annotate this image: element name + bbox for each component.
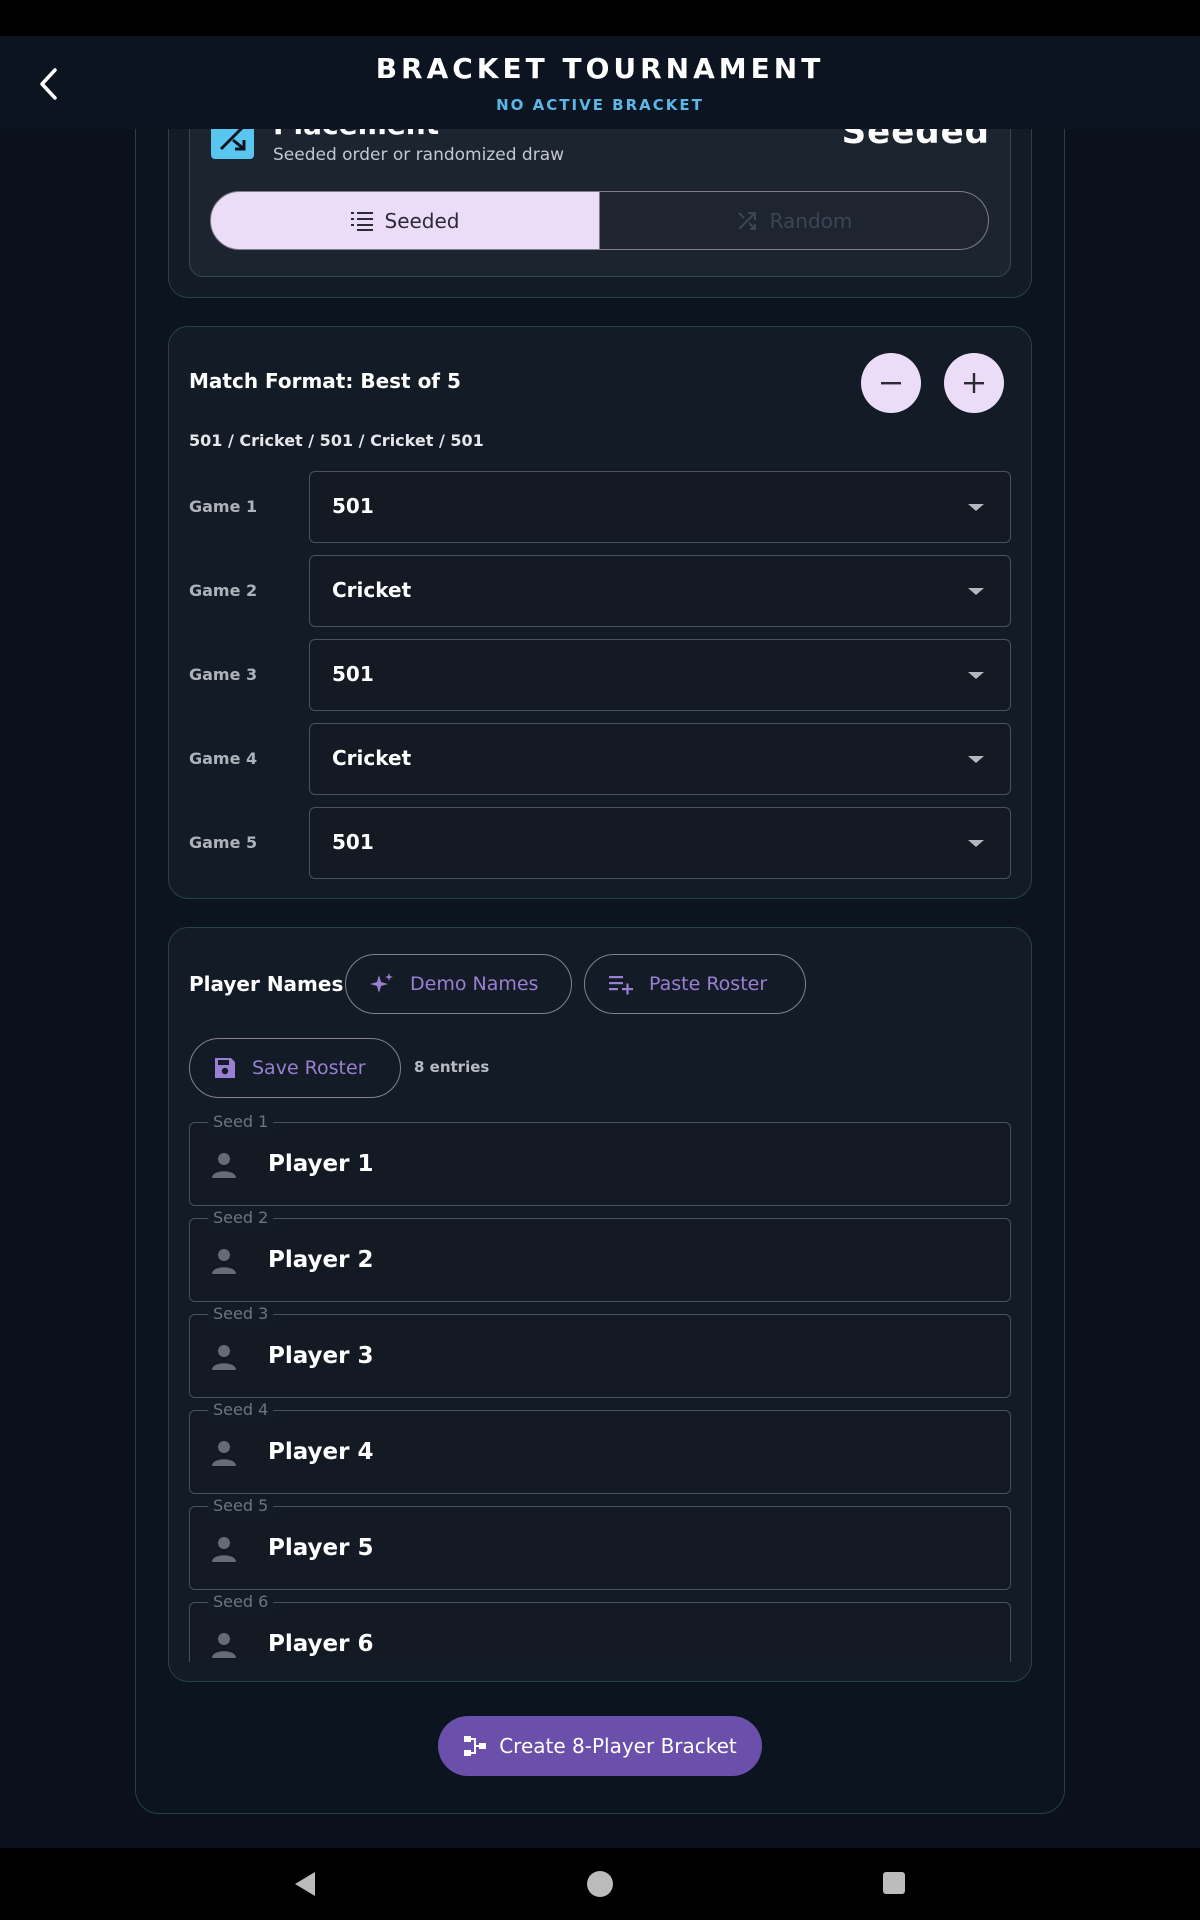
player-name: Player 3: [268, 1343, 374, 1369]
demo-names-button[interactable]: Demo Names: [345, 954, 572, 1014]
game-label: Game 1: [189, 497, 258, 516]
playlist-add-icon: [609, 976, 633, 995]
person-icon: [212, 1633, 236, 1658]
dropdown-caret-icon: [968, 756, 984, 763]
player-name: Player 2: [268, 1247, 374, 1273]
placement-seeded-option[interactable]: Seeded: [210, 191, 600, 250]
player-name: Player 4: [268, 1439, 374, 1465]
person-icon: [212, 1153, 236, 1178]
save-roster-label: Save Roster: [252, 1057, 366, 1079]
placement-random-option[interactable]: Random: [600, 191, 989, 250]
player-name: Player 5: [268, 1535, 374, 1561]
dropdown-caret-icon: [968, 672, 984, 679]
seed-label: Seed 3: [208, 1304, 274, 1324]
placement-description: Seeded order or randomized draw: [273, 145, 565, 165]
game-1-select[interactable]: 501: [309, 471, 1011, 543]
game-value: 501: [332, 830, 374, 854]
game-value: Cricket: [332, 746, 412, 770]
game-label: Game 3: [189, 665, 258, 684]
dropdown-caret-icon: [968, 588, 984, 595]
app-header: BRACKET TOURNAMENT NO ACTIVE BRACKET: [0, 36, 1200, 129]
create-bracket-button[interactable]: Create 8-Player Bracket: [438, 1716, 762, 1776]
player-field[interactable]: Seed 5 Player 5: [189, 1496, 1011, 1590]
seed-label: Seed 4: [208, 1400, 274, 1420]
player-field[interactable]: Seed 2 Player 2: [189, 1208, 1011, 1302]
seeded-label: Seeded: [384, 208, 460, 233]
match-format-title: Match Format: Best of 5: [189, 369, 461, 393]
player-names-title: Player Names: [189, 972, 344, 996]
match-format-summary: 501 / Cricket / 501 / Cricket / 501: [189, 431, 484, 450]
plus-icon: [964, 373, 984, 393]
page-title: BRACKET TOURNAMENT: [375, 52, 825, 85]
increase-games-button[interactable]: [944, 353, 1004, 413]
nav-recents-icon[interactable]: [883, 1872, 905, 1894]
shuffle-icon: [737, 211, 756, 230]
save-roster-button[interactable]: Save Roster: [189, 1038, 401, 1098]
seed-label: Seed 1: [208, 1112, 274, 1132]
nav-back-icon[interactable]: [295, 1872, 315, 1896]
decrease-games-button[interactable]: [861, 353, 921, 413]
person-icon: [212, 1345, 236, 1370]
game-value: Cricket: [332, 578, 412, 602]
status-bar: [0, 0, 1200, 36]
sparkle-icon: [370, 973, 393, 993]
bracket-icon: [464, 1736, 487, 1756]
game-value: 501: [332, 494, 374, 518]
game-label: Game 4: [189, 749, 258, 768]
player-field[interactable]: Seed 1 Player 1: [189, 1112, 1011, 1206]
game-value: 501: [332, 662, 374, 686]
game-4-select[interactable]: Cricket: [309, 723, 1011, 795]
person-icon: [212, 1249, 236, 1274]
page-subtitle: NO ACTIVE BRACKET: [496, 96, 704, 114]
demo-names-label: Demo Names: [410, 973, 539, 995]
seed-label: Seed 2: [208, 1208, 274, 1228]
list-icon: [350, 211, 373, 231]
person-icon: [212, 1537, 236, 1562]
player-name: Player 6: [268, 1631, 374, 1657]
paste-roster-button[interactable]: Paste Roster: [584, 954, 806, 1014]
game-2-select[interactable]: Cricket: [309, 555, 1011, 627]
entries-count: 8 entries: [414, 1058, 490, 1076]
nav-home-icon[interactable]: [587, 1871, 613, 1897]
seed-label: Seed 6: [208, 1592, 274, 1612]
paste-roster-label: Paste Roster: [649, 973, 768, 995]
random-label: Random: [769, 208, 853, 233]
dropdown-caret-icon: [968, 504, 984, 511]
create-bracket-label: Create 8-Player Bracket: [499, 1734, 737, 1758]
player-field[interactable]: Seed 3 Player 3: [189, 1304, 1011, 1398]
person-icon: [212, 1441, 236, 1466]
player-field[interactable]: Seed 6 Player 6: [189, 1592, 1011, 1662]
player-list[interactable]: Seed 1 Player 1 Seed 2 Player 2 Seed 3 P…: [180, 1112, 1020, 1662]
dropdown-caret-icon: [968, 840, 984, 847]
game-label: Game 2: [189, 581, 258, 600]
player-name: Player 1: [268, 1151, 374, 1177]
save-icon: [215, 1058, 235, 1078]
game-label: Game 5: [189, 833, 258, 852]
game-5-select[interactable]: 501: [309, 807, 1011, 879]
player-field[interactable]: Seed 4 Player 4: [189, 1400, 1011, 1494]
seed-label: Seed 5: [208, 1496, 274, 1516]
minus-icon: [881, 382, 901, 385]
game-3-select[interactable]: 501: [309, 639, 1011, 711]
